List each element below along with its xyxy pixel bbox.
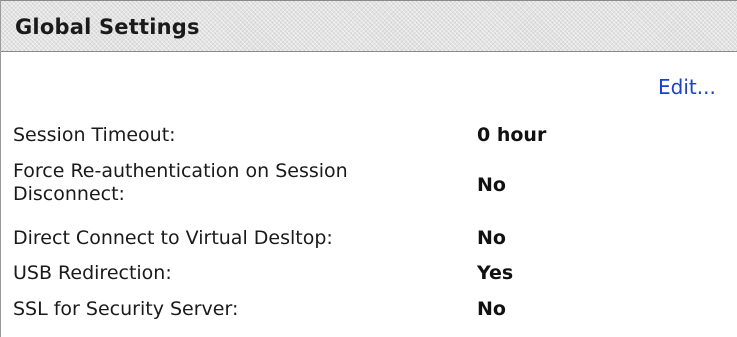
global-settings-panel: Global Settings Edit... Session Timeout:… xyxy=(0,0,737,337)
setting-value: No xyxy=(477,227,506,249)
setting-label: Direct Connect to Virtual Desltop: xyxy=(13,227,333,249)
setting-value: No xyxy=(477,298,506,320)
edit-link[interactable]: Edit... xyxy=(658,75,716,99)
panel-header: Global Settings xyxy=(1,0,737,52)
setting-label: USB Redirection: xyxy=(13,262,172,284)
setting-label: Session Timeout: xyxy=(13,124,176,146)
panel-title: Global Settings xyxy=(15,15,200,39)
setting-value: Yes xyxy=(477,262,514,284)
setting-value: No xyxy=(477,174,506,196)
setting-value: 0 hour xyxy=(477,124,547,146)
setting-label: SSL for Security Server: xyxy=(13,298,239,320)
setting-label: Force Re-authentication on Session Disco… xyxy=(13,160,348,205)
